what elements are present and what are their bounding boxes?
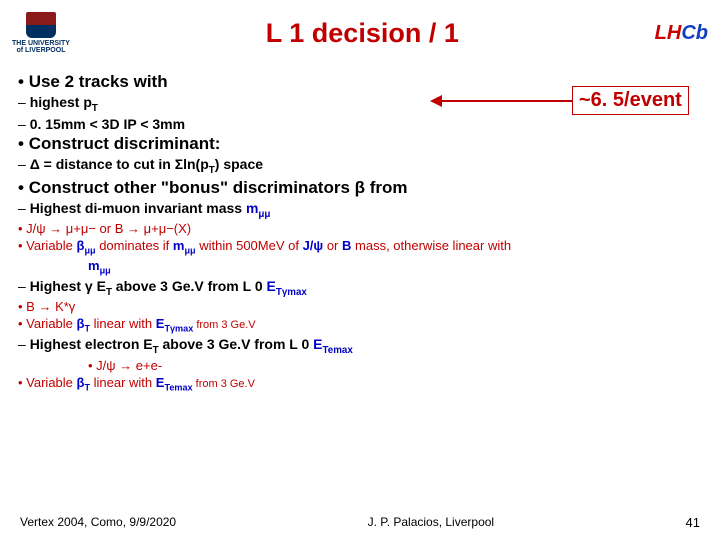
arrow-line — [442, 100, 572, 102]
bullet-construct: Construct discriminant: — [18, 134, 702, 154]
event-rate-callout: ~6. 5/event — [430, 86, 689, 115]
callout-box: ~6. 5/event — [572, 86, 689, 115]
uni-line1: THE UNIVERSITY — [12, 40, 70, 47]
slide-footer: Vertex 2004, Como, 9/9/2020 J. P. Palaci… — [0, 515, 720, 530]
footer-center: J. P. Palacios, Liverpool — [368, 515, 495, 530]
slide-header: THE UNIVERSITY of LIVERPOOL L 1 decision… — [0, 0, 720, 62]
bullet-var-bmm-cont: mμμ — [88, 258, 702, 276]
bullet-var-bT-elec: Variable βT linear with ETemax from 3 Ge… — [18, 375, 702, 393]
slide-title: L 1 decision / 1 — [70, 18, 655, 49]
bullet-jpsi-ee: J/ψ → e+e- — [88, 358, 702, 373]
crest-icon — [26, 12, 56, 38]
page-number: 41 — [686, 515, 700, 530]
uni-line2: of LIVERPOOL — [16, 47, 65, 54]
bullet-dimuon: Highest di-muon invariant mass mμμ — [18, 200, 702, 220]
university-logo: THE UNIVERSITY of LIVERPOOL — [12, 12, 70, 54]
bullet-electron: Highest electron ET above 3 Ge.V from L … — [18, 336, 702, 356]
footer-left: Vertex 2004, Como, 9/9/2020 — [20, 515, 176, 530]
arrow-left-icon — [430, 95, 442, 107]
bullet-b-kstar: B → K*γ — [18, 299, 702, 314]
bullet-bonus: Construct other "bonus" discriminators β… — [18, 178, 702, 198]
bullet-var-bT-gamma: Variable βT linear with ETγmax from 3 Ge… — [18, 316, 702, 334]
bullet-delta: Δ = distance to cut in Σln(pT) space — [18, 156, 702, 176]
bullet-var-bmm: Variable βμμ dominates if mμμ within 500… — [18, 238, 702, 256]
bullet-gamma: Highest γ ET above 3 Ge.V from L 0 ETγma… — [18, 278, 702, 298]
bullet-ip: 0. 15mm < 3D IP < 3mm — [18, 116, 702, 132]
bullet-jpsi-mumu: J/ψ → μ+μ− or B → μ+μ−(X) — [18, 221, 702, 236]
lhcb-logo: LHCb — [655, 22, 708, 45]
